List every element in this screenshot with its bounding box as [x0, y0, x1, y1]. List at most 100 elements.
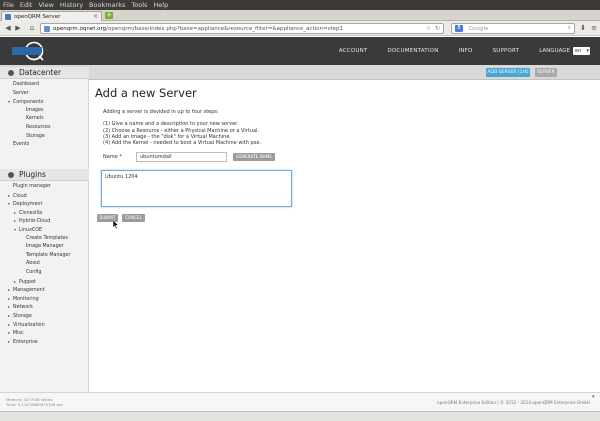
- menu-file[interactable]: File: [3, 1, 14, 9]
- language-selector: LANGUAGE en: [539, 47, 590, 55]
- browser-tab[interactable]: openQRM Server ×: [1, 11, 102, 21]
- sidebar-item-kernels[interactable]: Kernels: [0, 115, 89, 124]
- sidebar-item-template-manager[interactable]: Template Manager: [0, 252, 89, 261]
- sidebar-item-server[interactable]: Server: [0, 90, 89, 99]
- intro-line: (4) Add the Kernel - needed to boot a Vi…: [103, 140, 262, 146]
- add-server-button[interactable]: ADD SERVER (1/4): [486, 68, 530, 77]
- intro-text: Adding a server is devided in up to four…: [103, 109, 261, 146]
- back-icon[interactable]: ◀: [3, 24, 13, 33]
- menu-view[interactable]: View: [38, 1, 53, 9]
- cancel-button[interactable]: CANCEL: [122, 214, 145, 222]
- sidebar-item-management[interactable]: ▸ Management: [0, 286, 89, 295]
- plugins-title: Plugins: [19, 170, 46, 179]
- sidebar-item-label: Resources: [26, 124, 51, 130]
- favicon-icon: [5, 13, 11, 20]
- sidebar-item-plugin-manager[interactable]: Plugin manager: [0, 183, 89, 192]
- sidebar-item-label: Create Templates: [26, 235, 68, 241]
- sidebar-item-config[interactable]: Config: [0, 269, 89, 278]
- menu-icon[interactable]: ≡: [590, 24, 598, 33]
- nav-account[interactable]: ACCOUNT: [339, 48, 368, 54]
- sidebar-item-storage[interactable]: Storage: [0, 133, 89, 142]
- sidebar-item-label: Template Manager: [26, 252, 71, 258]
- sidebar-item-hybrid-cloud[interactable]: ▸ Hybrid-Cloud: [0, 217, 89, 226]
- tab-title: openQRM Server: [14, 13, 61, 20]
- menu-help[interactable]: Help: [153, 1, 168, 9]
- server-button[interactable]: SERVER: [535, 68, 557, 77]
- plugins-tree: Plugin manager ▸ Cloud ▾ Deployment ▸ Clonezil…: [0, 183, 89, 346]
- sidebar-item-cloud[interactable]: ▸ Cloud: [0, 192, 89, 201]
- sidebar-item-label: Management: [13, 288, 45, 294]
- sidebar-item-label: Puppet: [19, 279, 36, 285]
- mouse-cursor-icon: [113, 220, 119, 229]
- sidebar-item-clonezilla[interactable]: ▸ Clonezilla: [0, 209, 89, 218]
- plugins-header[interactable]: Plugins: [0, 169, 89, 181]
- sidebar-item-about[interactable]: About: [0, 260, 89, 269]
- sidebar-item-image-manager[interactable]: Image Manager: [0, 243, 89, 252]
- sidebar-item-label: Storage: [13, 313, 32, 319]
- name-label: Name *: [103, 154, 122, 160]
- sidebar-item-label: Virtualization: [13, 322, 45, 328]
- sidebar-item-misc[interactable]: ▸ Misc: [0, 329, 89, 338]
- sidebar-item-images[interactable]: Images: [0, 107, 89, 116]
- home-icon[interactable]: ⌂: [27, 24, 37, 33]
- sidebar-item-label: Image Manager: [26, 244, 64, 250]
- forward-icon[interactable]: ▶: [14, 24, 22, 33]
- sidebar-item-label: Clonezilla: [19, 210, 43, 216]
- sidebar-item-label: Images: [26, 107, 44, 113]
- sidebar-item-label: Dashboard: [13, 82, 40, 87]
- datacenter-icon: [8, 69, 14, 76]
- name-input[interactable]: [136, 152, 227, 162]
- download-icon[interactable]: ⬇: [578, 24, 588, 33]
- url-path: /openqrm/base/index.php?base=appliance&r…: [106, 25, 344, 32]
- reload-icon[interactable]: ↻: [435, 25, 440, 32]
- datacenter-tree: Dashboard Server ▾ Components Images Kernels R…: [0, 81, 89, 150]
- sidebar-item-monitoring[interactable]: ▸ Monitoring: [0, 295, 89, 304]
- sidebar-item-deployment[interactable]: ▾ Deployment: [0, 200, 89, 209]
- search-engine-icon[interactable]: 8: [455, 25, 463, 32]
- nav-info[interactable]: INFO: [459, 48, 473, 54]
- sidebar-item-network[interactable]: ▸ Network: [0, 303, 89, 312]
- sidebar-item-label: Cloud: [13, 193, 27, 199]
- menu-tools[interactable]: Tools: [131, 1, 147, 9]
- sidebar-item-label: LinuxCOE: [19, 227, 43, 233]
- language-select[interactable]: en: [573, 47, 590, 55]
- sidebar-item-label: Misc: [13, 331, 24, 337]
- nav-documentation[interactable]: DOCUMENTATION: [387, 48, 438, 54]
- sidebar-item-dashboard[interactable]: Dashboard: [0, 81, 89, 90]
- sidebar-item-enterprise[interactable]: ▸ Enterprise: [0, 338, 89, 347]
- resize-grip-icon[interactable]: ⋰: [286, 200, 291, 206]
- bookmark-star-icon[interactable]: ☆: [426, 25, 431, 32]
- description-textarea[interactable]: Ubuntu 1204: [101, 170, 292, 207]
- url-host: openqrm.oqnet.org: [53, 25, 107, 32]
- sidebar-item-linuxcoe[interactable]: ▾ LinuxCOE: [0, 226, 89, 235]
- browser-menubar: File Edit View History Bookmarks Tools Help: [0, 0, 600, 10]
- sidebar-item-label: Events: [13, 142, 30, 148]
- menu-edit[interactable]: Edit: [20, 1, 33, 9]
- scroll-down-icon[interactable]: ▾: [592, 394, 600, 402]
- sidebar-item-label: Monitoring: [13, 296, 39, 302]
- generate-name-button[interactable]: GENERATE NAME: [233, 153, 275, 161]
- nav-support[interactable]: SUPPORT: [493, 48, 520, 54]
- openqrm-logo[interactable]: [12, 41, 46, 61]
- url-bar[interactable]: openqrm.oqnet.org /openqrm/base/index.ph…: [40, 23, 444, 34]
- sidebar-item-puppet[interactable]: ▸ Puppet: [0, 278, 89, 287]
- sidebar-item-components[interactable]: ▾ Components: [0, 98, 89, 107]
- menu-history[interactable]: History: [60, 1, 83, 9]
- sidebar-item-events[interactable]: Events: [0, 141, 89, 150]
- sidebar-item-virtualization[interactable]: ▸ Virtualization: [0, 321, 89, 330]
- sidebar-item-create-templates[interactable]: Create Templates: [0, 235, 89, 244]
- sidebar-item-label: About: [26, 261, 41, 267]
- sidebar-item-label: Plugin manager: [13, 184, 51, 189]
- datacenter-header[interactable]: Datacenter: [0, 67, 89, 79]
- sidebar: Datacenter Dashboard Server ▾ Components Ima…: [0, 67, 89, 392]
- new-tab-button[interactable]: +: [105, 12, 113, 19]
- close-tab-icon[interactable]: ×: [93, 13, 98, 20]
- sidebar-item-label: Config: [26, 269, 42, 275]
- page-footer: Memory: 4277080 bytes Time: 0.1107686067…: [0, 392, 600, 411]
- sidebar-item-resources[interactable]: Resources: [0, 124, 89, 133]
- menu-bookmarks[interactable]: Bookmarks: [89, 1, 125, 9]
- sidebar-item-label: Server: [13, 90, 29, 96]
- search-icon[interactable]: ⌕: [568, 25, 571, 32]
- sidebar-item-storage[interactable]: ▸ Storage: [0, 312, 89, 321]
- search-bar[interactable]: 8 Google ⌕: [451, 23, 575, 34]
